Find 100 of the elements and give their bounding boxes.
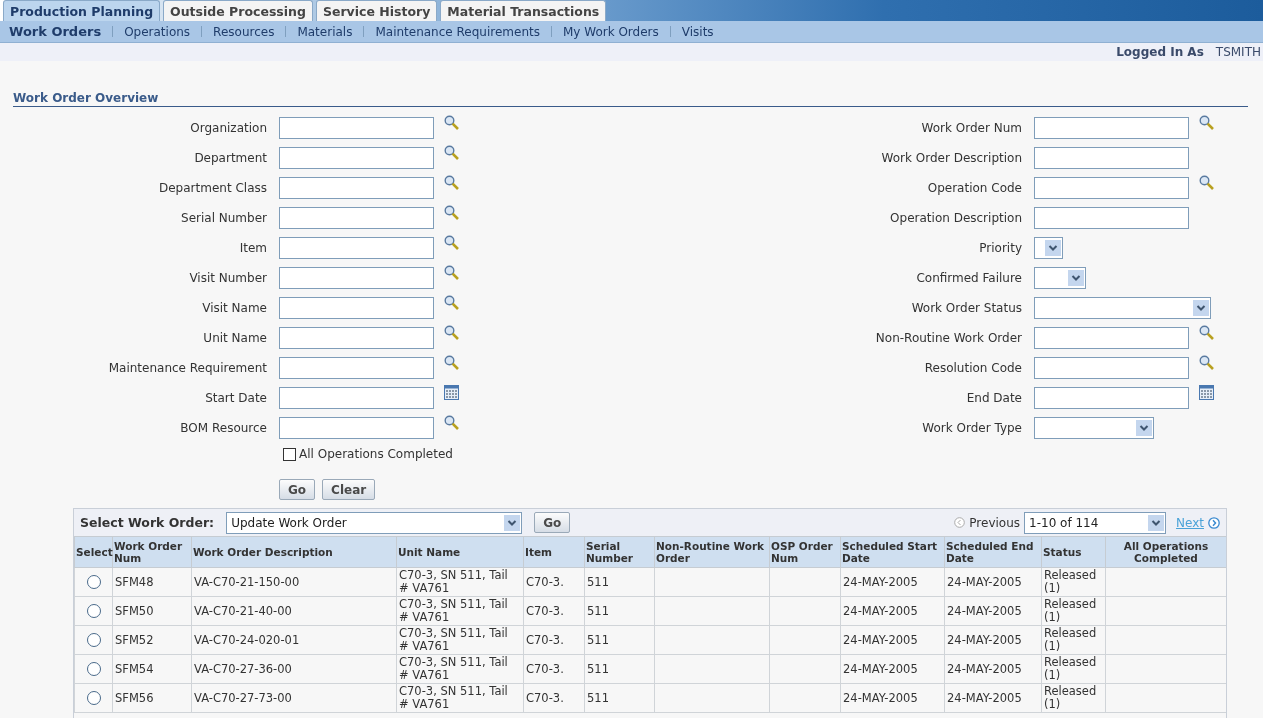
column-header: Work Order Num [112,536,192,568]
search-icon[interactable] [444,115,459,130]
subnav-link[interactable]: Maintenance Requirements [375,24,540,39]
table-cell: C70-3. [523,654,585,684]
column-header: Scheduled End Date [944,536,1042,568]
dropdown-field[interactable] [1034,237,1063,259]
table-cell: 24-MAY-2005 [840,625,945,655]
table-cell: C70-3, SN 511, Tail # VA761 [396,654,524,684]
text-field[interactable] [279,177,434,199]
subnav-link[interactable]: Work Orders [9,24,102,39]
text-field[interactable] [279,117,434,139]
search-icon[interactable] [444,145,459,160]
subnav-link[interactable]: Materials [297,24,353,39]
field-label: Work Order Status [910,301,1023,315]
date-field[interactable] [279,387,434,409]
text-field[interactable] [1034,207,1189,229]
tab[interactable]: Outside Processing [163,0,313,21]
text-field[interactable] [1034,117,1189,139]
dropdown-field[interactable] [1034,267,1086,289]
section-title: Work Order Overview [13,91,159,105]
field-label: Work Order Num [920,121,1023,135]
text-field[interactable] [279,297,434,319]
search-icon[interactable] [1199,355,1214,370]
column-header: Scheduled Start Date [840,536,945,568]
search-icon[interactable] [444,415,459,430]
radio-button[interactable] [86,575,101,589]
search-icon[interactable] [444,295,459,310]
text-field[interactable] [1034,147,1189,169]
column-header: All Operations Completed [1105,536,1226,568]
table-cell: 511 [584,654,655,684]
tab[interactable]: Production Planning [3,0,161,21]
tab[interactable]: Service History [315,0,438,21]
table-cell: 24-MAY-2005 [840,567,945,597]
go-button[interactable]: Go [534,512,571,533]
search-icon[interactable] [1199,175,1214,190]
table-cell: VA-C70-27-36-00 [191,654,397,684]
date-field[interactable] [1034,387,1189,409]
table-cell: 511 [584,683,655,713]
column-header: Status [1041,536,1106,568]
subnav-link[interactable]: My Work Orders [562,24,659,39]
radio-button[interactable] [86,633,101,647]
field-label: Unit Name [202,331,268,345]
go-button[interactable]: Go [279,479,316,500]
search-icon[interactable] [444,205,459,220]
text-field[interactable] [279,237,434,259]
field-label: Start Date [204,391,268,405]
column-header: Select [74,536,113,568]
column-header: Item [523,536,585,568]
checkbox-label: All Operations Completed [299,447,453,461]
field-label: End Date [965,391,1023,405]
search-icon[interactable] [444,235,459,250]
text-field[interactable] [279,267,434,289]
text-field[interactable] [279,147,434,169]
table-cell: Released (1) [1041,654,1106,684]
subnav-link[interactable]: Visits [681,24,714,39]
field-label: Work Order Type [921,421,1023,435]
field-label: Visit Number [188,271,268,285]
action-dropdown[interactable]: Update Work Order [226,511,523,534]
text-field[interactable] [1034,357,1189,379]
table-cell: C70-3. [523,567,585,597]
field-label: Organization [189,121,268,135]
search-icon[interactable] [444,325,459,340]
table-cell: 24-MAY-2005 [944,625,1042,655]
table-cell: C70-3, SN 511, Tail # VA761 [396,683,524,713]
table-cell: 24-MAY-2005 [944,596,1042,626]
search-icon[interactable] [444,175,459,190]
previous-link[interactable]: Previous [969,515,1021,530]
next-icon[interactable] [1208,516,1220,529]
subnav-link[interactable]: Resources [213,24,275,39]
search-icon[interactable] [1199,325,1214,340]
search-icon[interactable] [444,355,459,370]
table-cell: 24-MAY-2005 [840,654,945,684]
dropdown-field[interactable] [1034,297,1211,319]
checkbox[interactable] [283,447,296,461]
text-field[interactable] [1034,327,1189,349]
calendar-icon[interactable] [1199,385,1214,400]
table-cell: C70-3. [523,683,585,713]
table-cell: SFM54 [112,654,192,684]
text-field[interactable] [1034,177,1189,199]
text-field[interactable] [279,417,434,439]
field-label: Confirmed Failure [915,271,1023,285]
radio-button[interactable] [86,691,101,705]
radio-button[interactable] [86,604,101,618]
radio-button[interactable] [86,662,101,676]
table-cell: 511 [584,596,655,626]
text-field[interactable] [279,327,434,349]
search-icon[interactable] [1199,115,1214,130]
range-dropdown[interactable]: 1-10 of 114 [1024,511,1167,534]
calendar-icon[interactable] [444,385,459,400]
dropdown-field[interactable] [1034,417,1154,439]
column-header: Unit Name [396,536,524,568]
subnav-link[interactable]: Operations [124,24,191,39]
table-cell: VA-C70-24-020-01 [191,625,397,655]
clear-button[interactable]: Clear [322,479,376,500]
table-cell: SFM48 [112,567,192,597]
search-icon[interactable] [444,265,459,280]
text-field[interactable] [279,357,434,379]
text-field[interactable] [279,207,434,229]
column-header: Non-Routine Work Order [654,536,770,568]
tab[interactable]: Material Transactions [440,0,607,21]
